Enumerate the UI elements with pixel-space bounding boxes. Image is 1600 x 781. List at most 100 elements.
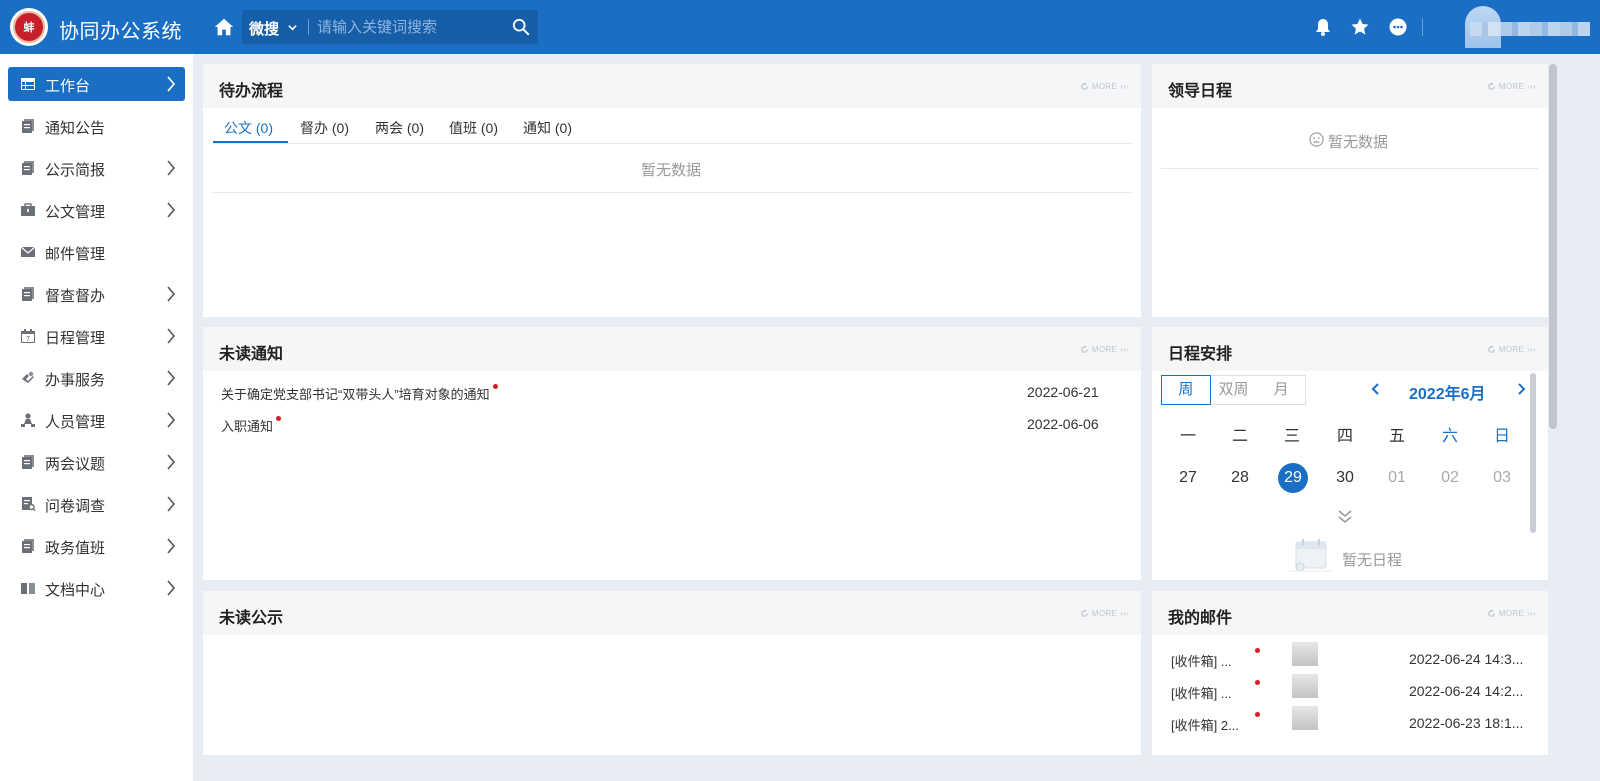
sidebar-item-duty[interactable]: 政务值班 [8,529,185,563]
app-title: 协同办公系统 [59,21,182,43]
mail-row[interactable]: [收件箱] 2... 2022-06-23 18:1... [1171,706,1541,734]
sidebar-item-doc-center[interactable]: 文档中心 [8,571,185,605]
star-icon[interactable] [1350,17,1370,37]
mail-row[interactable]: [收件箱] ... 2022-06-24 14:3... [1171,642,1541,670]
double-chevron-down-icon[interactable] [1336,509,1354,525]
tab-tongzhi[interactable]: 通知 (0) [523,118,572,138]
search-input[interactable] [317,14,507,40]
my-mail-panel: 我的邮件 MORE ››› [收件箱] ... 2022-06-24 14:3..… [1152,591,1548,755]
sidebar-item-supervision[interactable]: 督查督办 [8,277,185,311]
view-week-button[interactable]: 周 [1161,375,1211,405]
refresh-icon[interactable] [1080,609,1089,618]
sidebar-item-label: 问卷调查 [45,498,106,515]
mail-subject[interactable]: [收件箱] ... [1171,651,1232,670]
sidebar-item-survey[interactable]: 问卷调查 [8,487,185,521]
service-icon [22,371,34,383]
more-link[interactable]: MORE ››› [1487,345,1536,354]
view-biweek-button[interactable]: 双周 [1210,376,1258,404]
more-label: MORE [1498,345,1525,354]
panel-header: 日程安排 MORE ››› [1152,327,1548,371]
page-scrollbar[interactable] [1549,64,1557,429]
calendar-day[interactable]: 27 [1173,463,1203,493]
sidebar-item-workbench[interactable]: 工作台 [8,67,185,101]
dashboard-icon [21,78,35,90]
home-icon[interactable] [213,16,235,38]
panel-title: 未读公示 [219,610,284,627]
more-link[interactable]: MORE ››› [1080,345,1129,354]
weekday-label: 三 [1283,428,1300,445]
briefcase-icon [21,203,35,216]
tab-lianghui[interactable]: 两会 (0) [375,118,424,138]
notice-row[interactable]: 关于确定党支部书记“双带头人”培育对象的通知 2022-06-21 [221,381,1121,403]
org-icon [21,413,35,427]
mail-subject[interactable]: [收件箱] ... [1171,683,1232,702]
calendar-day[interactable]: 02 [1435,463,1465,493]
more-label: MORE [1498,82,1525,91]
calendar-day[interactable]: 30 [1330,463,1360,493]
search-icon[interactable] [512,18,530,36]
more-link[interactable]: MORE ››› [1080,82,1129,91]
mail-subject[interactable]: [收件箱] 2... [1171,715,1239,734]
refresh-icon[interactable] [1487,82,1496,91]
chevron-right-icon [167,328,176,344]
refresh-icon[interactable] [1487,609,1496,618]
more-link[interactable]: MORE ››› [1080,609,1129,618]
notice-row[interactable]: 入职通知 2022-06-06 [221,413,1121,435]
chevron-right-icon [167,580,176,596]
notice-title[interactable]: 关于确定党支部书记“双带头人”培育对象的通知 [221,387,490,402]
pending-workflow-panel: 待办流程 MORE ››› 公文 (0) 督办 (0) 两会 (0) 值班 (0)… [203,64,1141,317]
logo[interactable]: 蚌 [10,8,48,46]
notice-title[interactable]: 入职通知 [221,419,273,434]
search-scope-select[interactable]: 微搜 [249,18,279,39]
sidebar-item-notices[interactable]: 通知公告 [8,109,185,143]
user-name-blurred[interactable] [1470,22,1590,36]
sidebar-item-schedule[interactable]: 7 日程管理 [8,319,185,353]
more-label: MORE [1091,345,1118,354]
empty-message: 暂无数据 [641,162,702,179]
sidebar-item-bulletins[interactable]: 公示简报 [8,151,185,185]
chevron-right-icon[interactable] [1515,382,1527,396]
search-bar: 微搜 [242,10,538,44]
mail-time: 2022-06-24 14:2... [1409,683,1524,699]
sidebar-item-label: 文档中心 [45,582,106,599]
sender-blurred [1292,706,1318,730]
more-label: MORE [1498,609,1525,618]
weekday-label: 六 [1441,428,1458,445]
header-divider [1422,18,1423,36]
calendar-day[interactable]: 28 [1225,463,1255,493]
bell-icon[interactable] [1313,17,1333,37]
calendar-day-today[interactable]: 29 [1278,463,1308,493]
view-mode-toggle: 周 双周 月 [1161,375,1306,405]
tab-zhiban[interactable]: 值班 (0) [449,118,498,138]
sidebar-item-personnel[interactable]: 人员管理 [8,403,185,437]
sidebar-item-documents[interactable]: 公文管理 [8,193,185,227]
calendar-day[interactable]: 03 [1487,463,1517,493]
chevron-down-icon[interactable] [288,23,297,32]
more-link[interactable]: MORE ››› [1487,609,1536,618]
sidebar-item-services[interactable]: 办事服务 [8,361,185,395]
weekday-label: 五 [1388,428,1405,445]
more-label: MORE [1091,609,1118,618]
sender-blurred [1292,642,1318,666]
sidebar-item-label: 邮件管理 [45,246,106,263]
schedule-panel: 日程安排 MORE ››› 周 双周 月 2022年6月 一 二 三 四 五 六 … [1152,327,1548,580]
chevron-left-icon[interactable] [1370,382,1382,396]
document-icon [22,119,34,133]
chevron-right-icon [167,412,176,428]
sidebar-item-sessions[interactable]: 两会议题 [8,445,185,479]
search-divider [308,19,309,35]
scrollbar[interactable] [1530,373,1536,533]
view-month-button[interactable]: 月 [1257,376,1305,404]
empty-message: 暂无数据 [1328,134,1389,151]
more-link[interactable]: MORE ››› [1487,82,1536,91]
refresh-icon[interactable] [1080,82,1089,91]
refresh-icon[interactable] [1080,345,1089,354]
mail-row[interactable]: [收件箱] ... 2022-06-24 14:2... [1171,674,1541,702]
tab-gongwen[interactable]: 公文 (0) [224,118,273,138]
refresh-icon[interactable] [1487,345,1496,354]
tab-duban[interactable]: 督办 (0) [300,118,349,138]
document-icon [22,161,34,175]
calendar-day[interactable]: 01 [1382,463,1412,493]
chat-icon[interactable] [1388,17,1408,37]
sidebar-item-mail[interactable]: 邮件管理 [8,235,185,269]
